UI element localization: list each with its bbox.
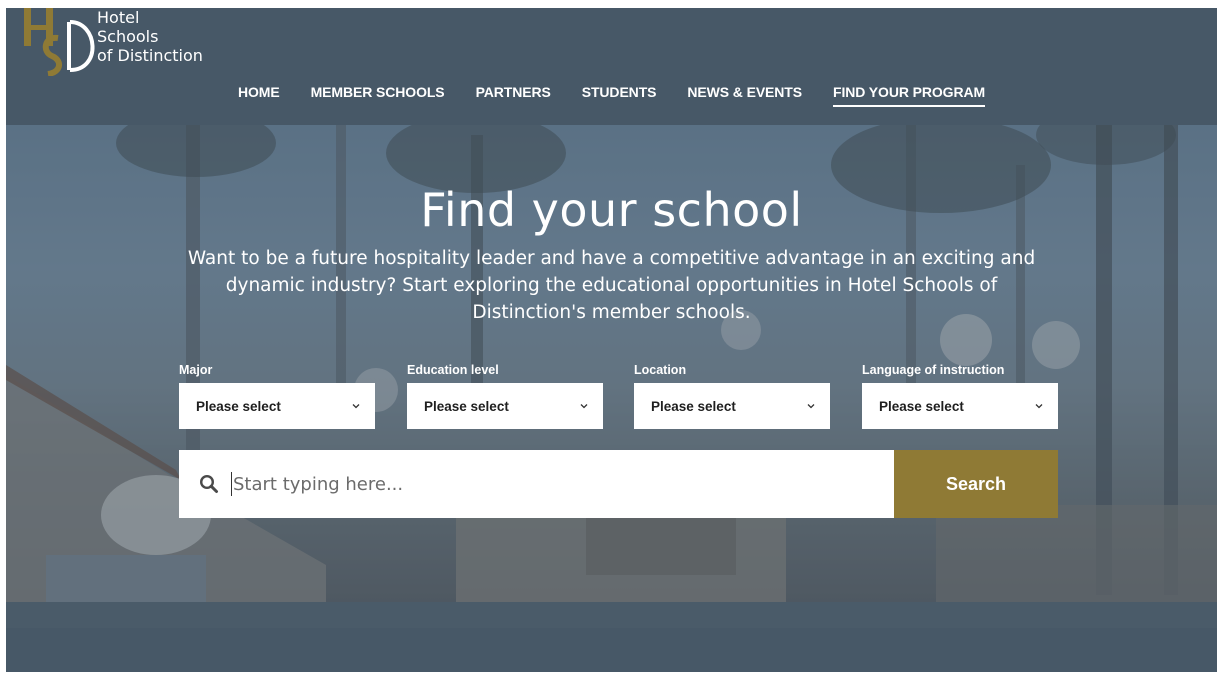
nav-home[interactable]: HOME — [238, 84, 280, 107]
logo-monogram — [24, 8, 95, 76]
location-select-value: Please select — [651, 398, 736, 414]
language-select[interactable]: Please select — [862, 383, 1058, 429]
location-select[interactable]: Please select — [634, 383, 830, 429]
site-logo[interactable]: Hotel Schools of Distinction — [18, 8, 228, 78]
text-cursor — [231, 472, 232, 496]
page: Hotel Schools of Distinction HOME MEMBER… — [6, 8, 1217, 672]
language-select-value: Please select — [879, 398, 964, 414]
nav-find-your-program[interactable]: FIND YOUR PROGRAM — [833, 84, 985, 107]
content-area — [6, 628, 1217, 672]
logo-line-1: Hotel — [97, 8, 140, 27]
nav-member-schools[interactable]: MEMBER SCHOOLS — [311, 84, 445, 107]
education-level-select[interactable]: Please select — [407, 383, 603, 429]
filter-major: Major Please select — [179, 363, 375, 429]
chevron-down-icon — [580, 404, 588, 409]
hero-title: Find your school — [420, 183, 803, 237]
hero-bottom-band — [6, 602, 1217, 628]
search-bar: Search — [179, 450, 1058, 518]
hero-subtitle: Want to be a future hospitality leader a… — [187, 248, 1036, 323]
nav-news-events[interactable]: NEWS & EVENTS — [687, 84, 802, 107]
chevron-down-icon — [1035, 404, 1043, 409]
chevron-down-icon — [352, 404, 360, 409]
search-input[interactable] — [233, 473, 833, 495]
education-level-select-value: Please select — [424, 398, 509, 414]
nav-students[interactable]: STUDENTS — [582, 84, 657, 107]
filter-label-language: Language of instruction — [862, 363, 1005, 377]
major-select[interactable]: Please select — [179, 383, 375, 429]
major-select-value: Please select — [196, 398, 281, 414]
filter-language: Language of instruction Please select — [862, 363, 1058, 429]
site-header: Hotel Schools of Distinction HOME MEMBER… — [6, 8, 1217, 125]
logo-line-3: of Distinction — [97, 46, 203, 65]
filter-row: Major Please select Education level Plea… — [179, 363, 1059, 435]
logo-wordmark: Hotel Schools of Distinction — [97, 8, 203, 65]
search-icon — [199, 474, 218, 493]
chevron-down-icon — [807, 404, 815, 409]
filter-label-education-level: Education level — [407, 363, 499, 377]
hero-section: Find your school Want to be a future hos… — [6, 125, 1217, 602]
logo-line-2: Schools — [97, 27, 159, 46]
nav-partners[interactable]: PARTNERS — [476, 84, 551, 107]
search-button[interactable]: Search — [894, 450, 1058, 518]
filter-label-major: Major — [179, 363, 213, 377]
filter-education-level: Education level Please select — [407, 363, 603, 429]
filter-location: Location Please select — [634, 363, 830, 429]
main-nav: HOME MEMBER SCHOOLS PARTNERS STUDENTS NE… — [238, 84, 1016, 107]
search-field[interactable] — [179, 450, 894, 518]
filter-label-location: Location — [634, 363, 687, 377]
